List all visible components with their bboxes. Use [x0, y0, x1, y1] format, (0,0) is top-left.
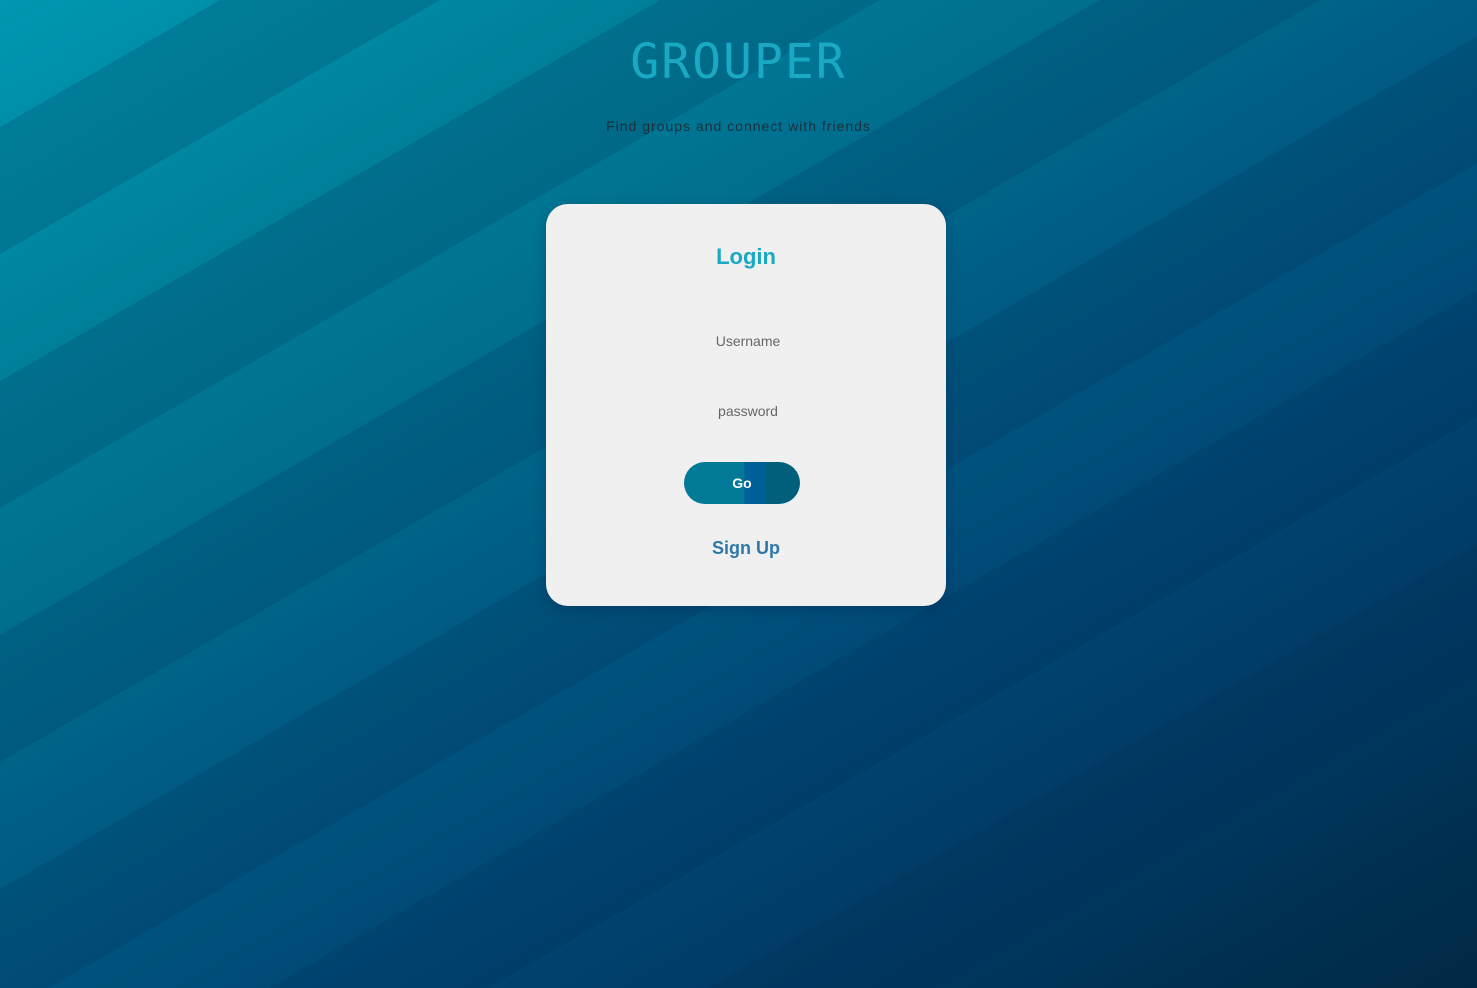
- app-subtitle: Find groups and connect with friends: [606, 118, 871, 134]
- app-title: GROUPER: [630, 34, 847, 90]
- sign-up-link[interactable]: Sign Up: [546, 538, 946, 559]
- username-input[interactable]: [646, 332, 850, 350]
- login-card: Login Go Sign Up: [546, 204, 946, 606]
- password-input[interactable]: [646, 402, 850, 420]
- login-heading: Login: [716, 244, 776, 269]
- go-button[interactable]: Go: [684, 462, 800, 504]
